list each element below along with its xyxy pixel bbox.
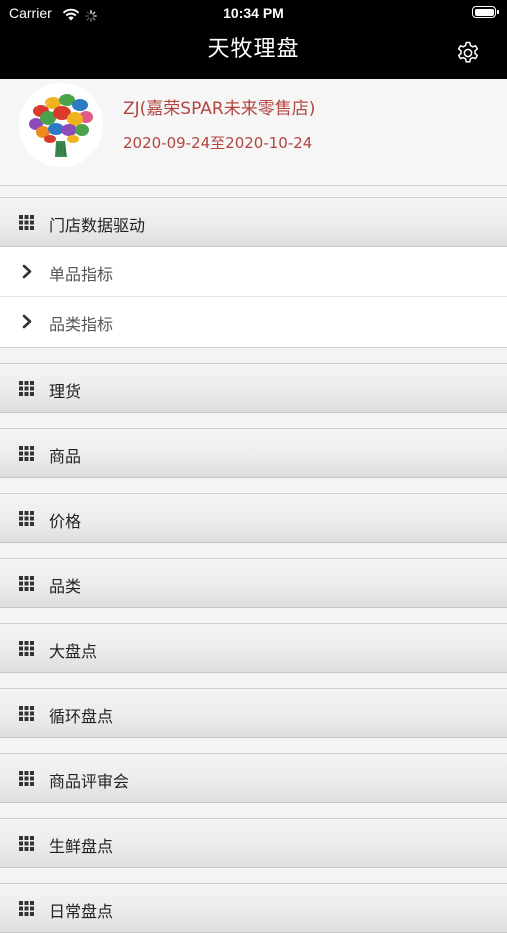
menu-section-daily-count[interactable]: 日常盘点 bbox=[0, 883, 507, 933]
store-name: ZJ(嘉荣SPAR未来零售店) bbox=[123, 99, 316, 119]
sub-item-label: 品类指标 bbox=[49, 315, 114, 334]
grid-icon bbox=[19, 446, 34, 461]
menu-section-label: 品类 bbox=[49, 577, 82, 596]
menu-section-label: 价格 bbox=[49, 512, 82, 531]
store-logo-image bbox=[19, 83, 103, 167]
gear-icon bbox=[457, 41, 479, 63]
settings-button[interactable] bbox=[455, 40, 481, 66]
menu-section-category[interactable]: 品类 bbox=[0, 558, 507, 608]
chevron-right-icon bbox=[22, 264, 32, 279]
sub-item-label: 单品指标 bbox=[49, 265, 114, 284]
menu-section-products[interactable]: 商品 bbox=[0, 428, 507, 478]
grid-icon bbox=[19, 641, 34, 656]
menu-section-price[interactable]: 价格 bbox=[0, 493, 507, 543]
sub-item-group: 单品指标 品类指标 bbox=[0, 247, 507, 348]
sub-item-single-product-metrics[interactable]: 单品指标 bbox=[0, 247, 507, 297]
store-avatar bbox=[19, 83, 103, 167]
grid-icon bbox=[19, 771, 34, 786]
chevron-right-icon bbox=[22, 314, 32, 329]
menu-section-label: 大盘点 bbox=[49, 642, 98, 661]
menu-section-label: 门店数据驱动 bbox=[49, 216, 146, 235]
grid-icon bbox=[19, 576, 34, 591]
grid-icon bbox=[19, 381, 34, 396]
menu-section-label: 理货 bbox=[49, 382, 82, 401]
grid-icon bbox=[19, 511, 34, 526]
grid-icon bbox=[19, 706, 34, 721]
page-title: 天牧理盘 bbox=[207, 37, 300, 62]
menu-section-tidy-goods[interactable]: 理货 bbox=[0, 363, 507, 413]
sub-item-category-metrics[interactable]: 品类指标 bbox=[0, 297, 507, 347]
menu-section-label: 日常盘点 bbox=[49, 902, 114, 921]
menu-section-fresh-count[interactable]: 生鲜盘点 bbox=[0, 818, 507, 868]
menu-section-cycle-count[interactable]: 循环盘点 bbox=[0, 688, 507, 738]
store-header: ZJ(嘉荣SPAR未来零售店) 2020-09-24至2020-10-24 bbox=[0, 79, 507, 186]
date-range: 2020-09-24至2020-10-24 bbox=[123, 134, 313, 152]
menu-section-full-inventory[interactable]: 大盘点 bbox=[0, 623, 507, 673]
menu-section-product-review[interactable]: 商品评审会 bbox=[0, 753, 507, 803]
menu-section-label: 生鲜盘点 bbox=[49, 837, 114, 856]
menu-section-label: 商品评审会 bbox=[49, 772, 130, 791]
clock: 10:34 PM bbox=[223, 5, 284, 21]
grid-icon bbox=[19, 836, 34, 851]
status-bar: Carrier 10:34 PM bbox=[0, 0, 507, 28]
menu-section-store-data[interactable]: 门店数据驱动 bbox=[0, 197, 507, 247]
grid-icon bbox=[19, 215, 34, 230]
menu-list: 门店数据驱动 单品指标 品类指标 理货 商品 价格 品类 大盘点 循环盘点 商品… bbox=[0, 197, 507, 933]
top-bar: Carrier 10:34 PM 天牧理盘 bbox=[0, 0, 507, 79]
grid-icon bbox=[19, 901, 34, 916]
battery-icon bbox=[472, 6, 499, 18]
menu-section-label: 商品 bbox=[49, 447, 82, 466]
menu-section-label: 循环盘点 bbox=[49, 707, 114, 726]
